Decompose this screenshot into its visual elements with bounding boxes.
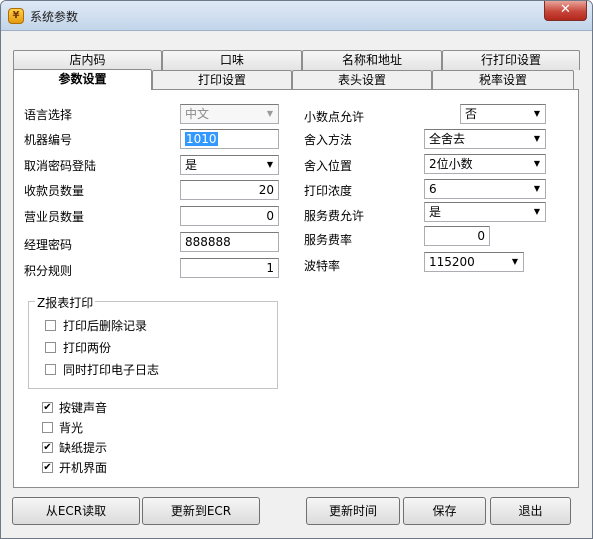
title-bar: ¥ 系统参数 ✕	[1, 1, 592, 31]
tab-tax-settings[interactable]: 税率设置	[432, 70, 574, 90]
decimal-allowed-value: 否	[465, 107, 478, 121]
tab-label: 打印设置	[197, 73, 246, 87]
decimal-allowed-select[interactable]: 否 ▼	[460, 104, 546, 124]
baud-rate-label: 波特率	[304, 259, 341, 273]
print-twice-checkbox[interactable]	[45, 342, 56, 353]
chevron-down-icon: ▼	[533, 207, 541, 216]
app-icon: ¥	[8, 8, 24, 24]
tab-flavor[interactable]: 口味	[162, 50, 302, 70]
print-ejournal-label: 同时打印电子日志	[63, 363, 160, 377]
print-ejournal-checkbox[interactable]	[45, 364, 56, 375]
system-parameters-window: ¥ 系统参数 ✕ 店内码 口味 名称和地址 行打印设置 参数设置 打印设置 表头…	[0, 0, 593, 539]
close-button[interactable]: ✕	[544, 1, 587, 21]
read-from-ecr-button[interactable]: 从ECR读取	[12, 497, 140, 525]
window-title: 系统参数	[30, 10, 79, 24]
tab-label: 表头设置	[337, 73, 386, 87]
dialog-client-area: 店内码 口味 名称和地址 行打印设置 参数设置 打印设置 表头设置 税率设置 语…	[9, 32, 586, 532]
backlight-checkbox[interactable]	[42, 422, 53, 433]
tab-store-code[interactable]: 店内码	[13, 50, 162, 70]
cancel-password-login-value: 是	[185, 158, 198, 172]
tab-print-settings[interactable]: 打印设置	[152, 70, 292, 90]
rounding-position-value: 2位小数	[429, 157, 473, 171]
backlight-label: 背光	[59, 421, 84, 435]
language-select: 中文 ▼	[180, 104, 279, 124]
chevron-down-icon: ▼	[533, 184, 541, 193]
cancel-password-login-label: 取消密码登陆	[24, 159, 97, 173]
checkmark-icon: ✔	[43, 462, 52, 473]
service-fee-allowed-label: 服务费允许	[304, 209, 365, 223]
chevron-down-icon: ▼	[511, 257, 519, 266]
points-rule-label: 积分规则	[24, 264, 73, 278]
cashier-count-label: 收款员数量	[24, 184, 85, 198]
tab-label: 税率设置	[478, 73, 527, 87]
cashier-count-input[interactable]: 20	[180, 180, 279, 200]
cancel-password-login-select[interactable]: 是 ▼	[180, 155, 279, 175]
delete-after-print-checkbox[interactable]	[45, 320, 56, 331]
baud-rate-value: 115200	[429, 255, 475, 269]
tab-label: 参数设置	[58, 72, 107, 86]
z-report-group: Z报表打印 打印后删除记录 打印两份 同时打印电子日志	[28, 294, 278, 389]
paper-out-alert-label: 缺纸提示	[59, 441, 108, 455]
update-to-ecr-button[interactable]: 更新到ECR	[142, 497, 260, 525]
print-density-label: 打印浓度	[304, 184, 353, 198]
boot-screen-checkbox[interactable]: ✔	[42, 462, 53, 473]
tab-name-address[interactable]: 名称和地址	[302, 50, 442, 70]
checkmark-icon: ✔	[43, 442, 52, 453]
clerk-count-label: 营业员数量	[24, 210, 85, 224]
exit-button[interactable]: 退出	[490, 497, 571, 525]
tab-header-settings[interactable]: 表头设置	[292, 70, 432, 90]
key-sound-checkbox[interactable]: ✔	[42, 402, 53, 413]
parameter-settings-panel: 语言选择 中文 ▼ 机器编号 1010 取消密码登陆 是 ▼ 收款员数量 20 …	[13, 89, 579, 488]
print-twice-label: 打印两份	[63, 341, 112, 355]
decimal-allowed-label: 小数点允许	[304, 110, 365, 124]
rounding-method-label: 舍入方法	[304, 133, 353, 147]
print-density-select[interactable]: 6 ▼	[424, 179, 546, 199]
close-icon: ✕	[560, 2, 571, 17]
delete-after-print-label: 打印后删除记录	[63, 319, 148, 333]
baud-rate-select[interactable]: 115200 ▼	[424, 252, 524, 272]
service-fee-allowed-select[interactable]: 是 ▼	[424, 202, 546, 222]
tab-label: 店内码	[69, 53, 106, 67]
manager-password-label: 经理密码	[24, 238, 73, 252]
print-density-value: 6	[429, 182, 437, 196]
rounding-method-value: 全舍去	[429, 132, 466, 146]
rounding-position-label: 舍入位置	[304, 159, 353, 173]
chevron-down-icon: ▼	[533, 109, 541, 118]
boot-screen-label: 开机界面	[59, 461, 108, 475]
language-label: 语言选择	[24, 108, 73, 122]
key-sound-label: 按键声音	[59, 401, 108, 415]
tab-parameter-settings[interactable]: 参数设置	[13, 69, 152, 90]
z-report-title: Z报表打印	[35, 294, 96, 311]
update-time-button[interactable]: 更新时间	[306, 497, 400, 525]
service-fee-rate-input[interactable]: 0	[424, 226, 490, 246]
chevron-down-icon: ▼	[533, 159, 541, 168]
service-fee-allowed-value: 是	[429, 205, 442, 219]
chevron-down-icon: ▼	[533, 134, 541, 143]
points-rule-input[interactable]: 1	[180, 258, 279, 278]
paper-out-alert-checkbox[interactable]: ✔	[42, 442, 53, 453]
machine-number-value: 1010	[185, 132, 218, 146]
rounding-position-select[interactable]: 2位小数 ▼	[424, 154, 546, 174]
chevron-down-icon: ▼	[266, 109, 274, 118]
rounding-method-select[interactable]: 全舍去 ▼	[424, 129, 546, 149]
tab-label: 名称和地址	[341, 53, 402, 67]
clerk-count-input[interactable]: 0	[180, 206, 279, 226]
manager-password-input[interactable]: 888888	[180, 232, 279, 252]
checkmark-icon: ✔	[43, 402, 52, 413]
machine-number-label: 机器编号	[24, 133, 73, 147]
machine-number-input[interactable]: 1010	[180, 129, 279, 149]
tab-label: 行打印设置	[480, 53, 541, 67]
chevron-down-icon: ▼	[266, 160, 274, 169]
tab-label: 口味	[219, 53, 244, 67]
language-value: 中文	[185, 107, 210, 121]
save-button[interactable]: 保存	[403, 497, 486, 525]
tab-line-print-settings[interactable]: 行打印设置	[442, 50, 580, 70]
service-fee-rate-label: 服务费率	[304, 233, 353, 247]
